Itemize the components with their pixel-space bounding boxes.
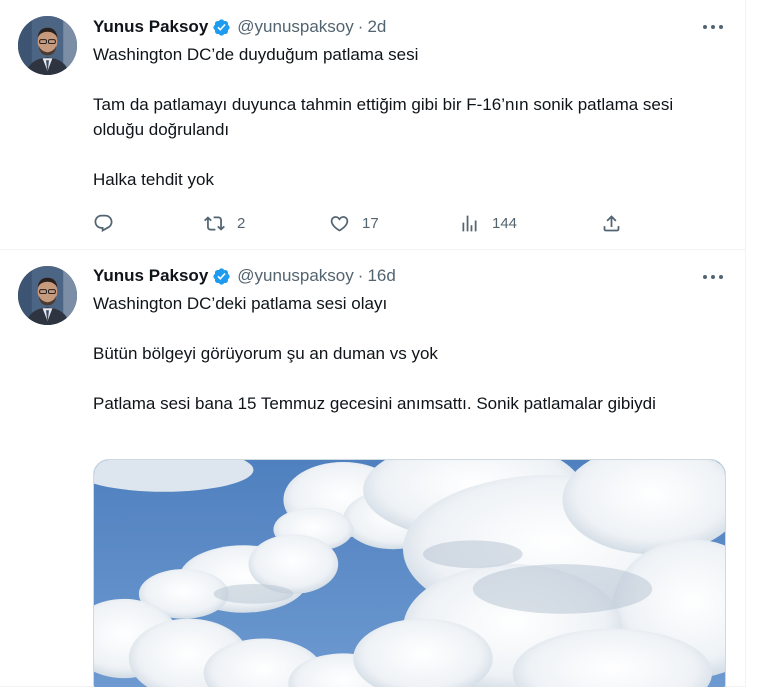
like-count: 17	[362, 214, 379, 232]
tweet-text: Washington DC’deki patlama sesi olayı Bü…	[93, 294, 656, 413]
share-button[interactable]	[601, 208, 622, 238]
verified-badge-icon	[212, 18, 231, 37]
tweet-actions: 2 17 144	[93, 208, 633, 238]
like-button[interactable]: 17	[329, 208, 379, 238]
avatar[interactable]	[18, 266, 77, 325]
reply-icon	[93, 213, 114, 234]
views-count: 144	[492, 214, 518, 232]
more-icon[interactable]	[703, 268, 723, 286]
tweet-header: Yunus Paksoy @yunuspaksoy · 16d	[93, 263, 726, 289]
author-handle[interactable]: @yunuspaksoy	[237, 266, 354, 286]
author-name[interactable]: Yunus Paksoy	[93, 266, 208, 286]
more-icon[interactable]	[703, 18, 723, 36]
verified-badge-icon	[212, 267, 231, 286]
retweet-count: 2	[237, 214, 246, 232]
timeline-feed: Yunus Paksoy @yunuspaksoy · 2d Washingto…	[0, 0, 746, 687]
tweet-text: Washington DC’de duyduğum patlama sesi T…	[93, 45, 674, 189]
separator: ·	[357, 266, 364, 285]
scrollbar[interactable]	[746, 0, 761, 687]
author-handle[interactable]: @yunuspaksoy	[237, 17, 354, 37]
tweet-photo[interactable]	[93, 459, 726, 687]
views-button[interactable]: 144	[459, 208, 517, 238]
share-icon	[601, 213, 622, 234]
reply-button[interactable]	[93, 208, 126, 238]
separator: ·	[357, 17, 364, 36]
timestamp[interactable]: 16d	[367, 266, 395, 286]
timestamp[interactable]: 2d	[367, 17, 386, 37]
heart-icon	[329, 213, 350, 234]
views-icon	[459, 213, 480, 234]
author-name[interactable]: Yunus Paksoy	[93, 17, 208, 37]
tweet-header: Yunus Paksoy @yunuspaksoy · 2d	[93, 14, 726, 40]
tweet[interactable]: Yunus Paksoy @yunuspaksoy · 2d Washingto…	[0, 0, 745, 250]
retweet-button[interactable]: 2	[204, 208, 245, 238]
retweet-icon	[204, 213, 225, 234]
avatar[interactable]	[18, 16, 77, 75]
